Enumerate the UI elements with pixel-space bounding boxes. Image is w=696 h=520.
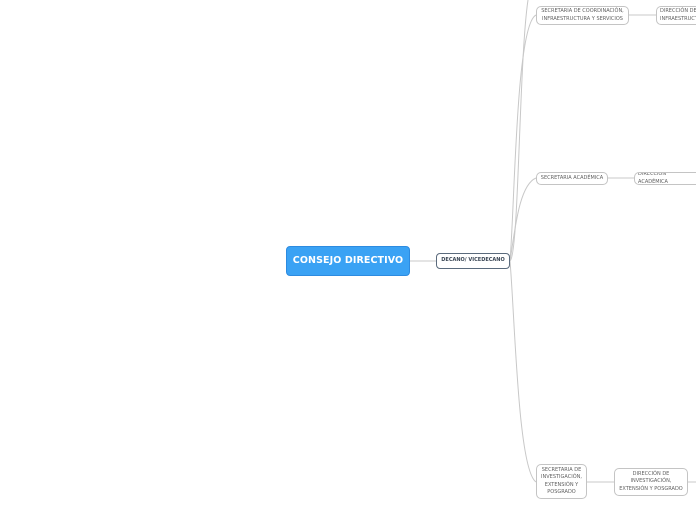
direccion-infraestructura-label: DIRECCIÓN DE INFRAESTRUCTURA — [660, 8, 696, 22]
decano-node[interactable]: DECANO/ VICEDECANO — [436, 253, 510, 269]
secretaria-academica-node[interactable]: SECRETARIA ACADÉMICA — [536, 172, 608, 185]
direccion-academica-node[interactable]: DIRECCIÓN ACADÉMICA — [634, 172, 696, 185]
secretaria-investigacion-node[interactable]: SECRETARIA DE INVESTIGACIÓN, EXTENSIÓN Y… — [536, 464, 587, 499]
decano-node-label: DECANO/ VICEDECANO — [441, 257, 505, 264]
root-node[interactable]: CONSEJO DIRECTIVO — [286, 246, 410, 276]
secretaria-academica-label: SECRETARIA ACADÉMICA — [540, 174, 604, 181]
direccion-infraestructura-node[interactable]: DIRECCIÓN DE INFRAESTRUCTURA — [656, 6, 696, 25]
direccion-investigacion-node[interactable]: DIRECCIÓN DE INVESTIGACIÓN, EXTENSIÓN Y … — [614, 468, 688, 496]
secretaria-coordinacion-node[interactable]: SECRETARIA DE COORDINACIÓN, INFRAESTRUCT… — [536, 6, 629, 25]
root-node-label: CONSEJO DIRECTIVO — [292, 255, 404, 267]
secretaria-investigacion-label: SECRETARIA DE INVESTIGACIÓN, EXTENSIÓN Y… — [541, 466, 582, 496]
direccion-academica-label: DIRECCIÓN ACADÉMICA — [638, 172, 668, 185]
direccion-investigacion-label: DIRECCIÓN DE INVESTIGACIÓN, EXTENSIÓN Y … — [619, 470, 683, 492]
secretaria-coordinacion-label: SECRETARIA DE COORDINACIÓN, INFRAESTRUCT… — [541, 8, 624, 22]
